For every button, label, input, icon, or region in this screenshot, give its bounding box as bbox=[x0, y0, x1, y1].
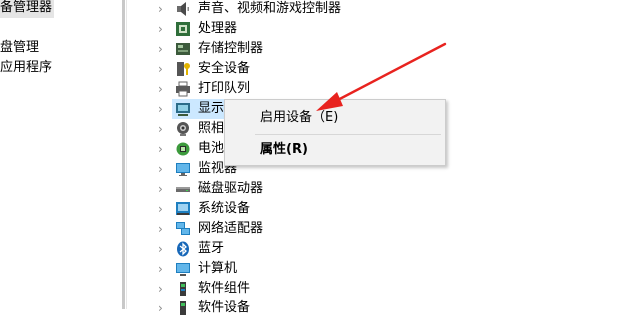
annotation-arrow bbox=[316, 42, 447, 111]
